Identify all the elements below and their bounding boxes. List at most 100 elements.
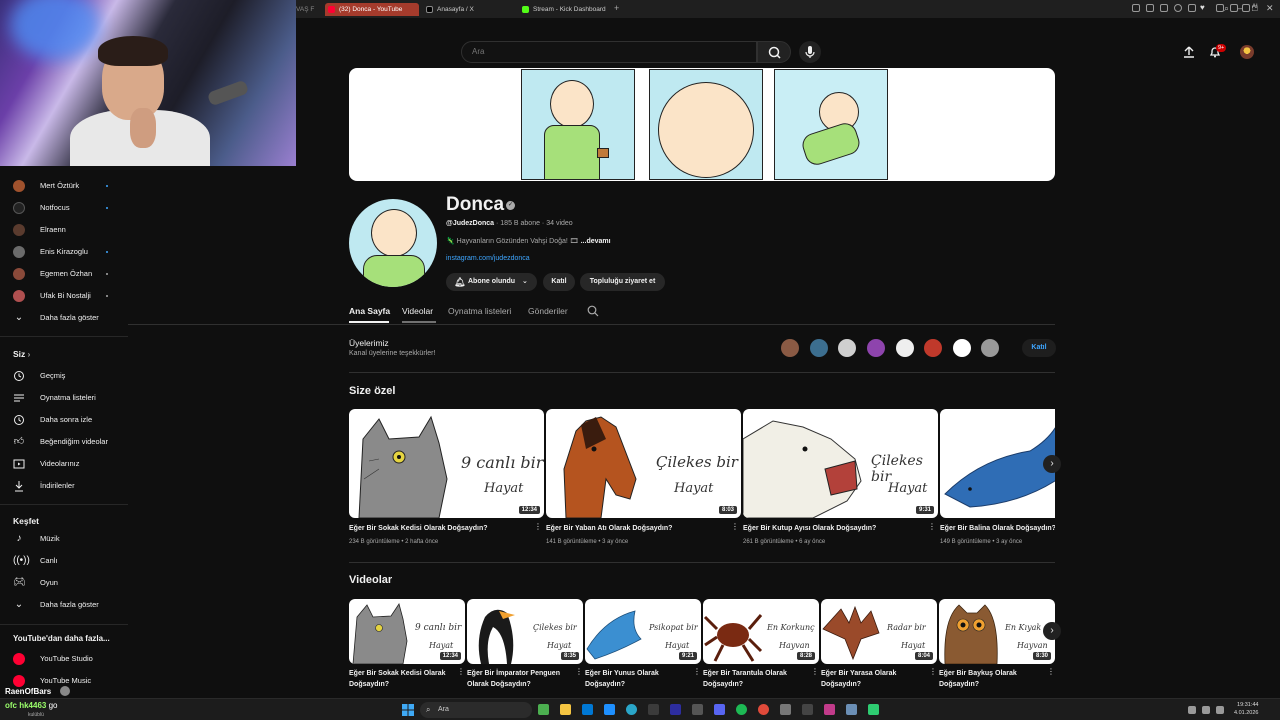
wifi-icon[interactable] bbox=[1202, 706, 1210, 714]
video-thumbnail[interactable]: Psikopat bir Hayat 9:21 bbox=[585, 599, 701, 664]
video-title[interactable]: Eğer Bir Sokak Kedisi Olarak Doğsaydın? bbox=[349, 668, 453, 690]
taskbar-app-icon[interactable] bbox=[846, 704, 857, 715]
taskbar-clock[interactable]: 19:31:44 4.01.2026 bbox=[1234, 701, 1258, 717]
video-thumbnail[interactable]: 9 canlı bir Hayat 12:34 bbox=[349, 409, 544, 518]
sidebar-explore-show-more[interactable]: ⌄ Daha fazla göster bbox=[0, 595, 128, 615]
video-title[interactable]: Eğer Bir Sokak Kedisi Olarak Doğsaydın? bbox=[349, 523, 529, 534]
video-thumbnail[interactable]: Çilekes bir Hayat 8:03 bbox=[546, 409, 741, 518]
channel-description[interactable]: 🦎 Hayvanların Gözünden Vahşi Doğa! 🎞 ...… bbox=[446, 237, 611, 245]
browser-tab-youtube[interactable]: (32) Donca - YouTube bbox=[325, 3, 419, 16]
carousel-next-button[interactable]: › bbox=[1043, 622, 1061, 640]
edge-icon[interactable] bbox=[626, 704, 637, 715]
tab-playlists[interactable]: Oynatma listeleri bbox=[448, 306, 511, 316]
channel-search-icon[interactable] bbox=[587, 305, 599, 317]
video-title[interactable]: Eğer Bir Yarasa Olarak Doğsaydın? bbox=[821, 668, 925, 690]
more-options-icon[interactable]: ⋮ bbox=[534, 522, 542, 531]
more-options-icon[interactable]: ⋮ bbox=[1047, 667, 1055, 676]
sidebar-item-live[interactable]: ((•)) Canlı bbox=[0, 551, 128, 571]
video-title[interactable]: Eğer Bir Balina Olarak Doğsaydın? bbox=[940, 523, 1055, 534]
member-avatar[interactable] bbox=[953, 339, 971, 357]
taskbar-app-icon[interactable] bbox=[670, 704, 681, 715]
browser-tab-1[interactable]: VAŞ F bbox=[296, 3, 322, 16]
sidebar-item-youtube-studio[interactable]: YouTube Studio bbox=[0, 649, 128, 669]
video-thumbnail[interactable]: Çilekes bir Hayat 9:31 bbox=[743, 409, 938, 518]
voice-search-button[interactable] bbox=[799, 41, 821, 63]
video-thumbnail[interactable] bbox=[940, 409, 1055, 518]
sidebar-item-subscription[interactable]: Notfocus bbox=[0, 198, 128, 218]
search-box[interactable] bbox=[461, 41, 757, 63]
visit-community-button[interactable]: Topluluğu ziyaret et bbox=[580, 273, 665, 291]
taskbar-app-icon[interactable] bbox=[824, 704, 835, 715]
search-tabs-icon[interactable]: ⌕ bbox=[1224, 3, 1229, 14]
sidebar-item-watch-later[interactable]: Daha sonra izle bbox=[0, 410, 128, 430]
extension-icon[interactable] bbox=[1230, 4, 1238, 12]
subscribed-button[interactable]: 🔔︎ Abone olundu ⌄ bbox=[446, 273, 537, 291]
tab-home[interactable]: Ana Sayfa bbox=[349, 306, 390, 316]
upload-icon[interactable] bbox=[1182, 45, 1196, 59]
video-title[interactable]: Eğer Bir Yunus Olarak Doğsaydın? bbox=[585, 668, 689, 690]
tab-posts[interactable]: Gönderiler bbox=[528, 306, 568, 316]
member-avatar[interactable] bbox=[896, 339, 914, 357]
member-avatar[interactable] bbox=[838, 339, 856, 357]
video-title[interactable]: Eğer Bir Kutup Ayısı Olarak Doğsaydın? bbox=[743, 523, 923, 534]
video-thumbnail[interactable]: En Kıyak Hayvan 8:30 bbox=[939, 599, 1055, 664]
extension-icon[interactable] bbox=[1160, 4, 1168, 12]
video-thumbnail[interactable]: Çilekes bir Hayat 8:35 bbox=[467, 599, 583, 664]
sidebar-item-playlists[interactable]: Oynatma listeleri bbox=[0, 388, 128, 408]
new-tab-plus-icon[interactable]: + bbox=[614, 3, 619, 13]
sidebar-item-subscription[interactable]: Elraenn bbox=[0, 220, 128, 240]
download-icon[interactable] bbox=[1216, 4, 1224, 12]
extension-icon[interactable] bbox=[1188, 4, 1196, 12]
video-card[interactable]: En Kıyak Hayvan 8:30 Eğer Bir Baykuş Ola… bbox=[939, 599, 1055, 694]
video-title[interactable]: Eğer Bir Tarantula Olarak Doğsaydın? bbox=[703, 668, 807, 690]
volume-icon[interactable] bbox=[1216, 706, 1224, 714]
sidebar-item-music[interactable]: ♪ Müzik bbox=[0, 529, 128, 549]
file-explorer-icon[interactable] bbox=[560, 704, 571, 715]
sidebar-item-subscription[interactable]: Enis Kirazoglu bbox=[0, 242, 128, 262]
taskbar-app-icon[interactable] bbox=[868, 704, 879, 715]
sidebar-item-subscription[interactable]: Mert Öztürk bbox=[0, 176, 128, 196]
heart-icon[interactable]: ♥ bbox=[1200, 4, 1208, 12]
taskbar-app-icon[interactable] bbox=[582, 704, 593, 715]
browser-tab-kick[interactable]: Stream - Kick Dashboard bbox=[519, 3, 611, 16]
ai-button[interactable]: AI bbox=[1252, 4, 1258, 10]
extension-icon[interactable] bbox=[1174, 4, 1182, 12]
browser-tab-x[interactable]: Anasayfa / X bbox=[423, 3, 515, 16]
sidebar-item-downloads[interactable]: İndirilenler bbox=[0, 476, 128, 496]
video-card[interactable]: Çilekes bir Hayat 8:35 Eğer Bir İmparato… bbox=[467, 599, 583, 694]
more-options-icon[interactable]: ⋮ bbox=[929, 667, 937, 676]
member-avatar[interactable] bbox=[924, 339, 942, 357]
sidebar-you-heading[interactable]: Siz › bbox=[13, 349, 30, 359]
video-card[interactable]: 9 canlı bir Hayat 12:34 Eğer Bir Sokak K… bbox=[349, 409, 544, 549]
video-card[interactable]: Çilekes bir Hayat 8:03 Eğer Bir Yaban At… bbox=[546, 409, 741, 549]
video-card[interactable]: Psikopat bir Hayat 9:21 Eğer Bir Yunus O… bbox=[585, 599, 701, 694]
member-avatar[interactable] bbox=[810, 339, 828, 357]
more-options-icon[interactable]: ⋮ bbox=[928, 522, 936, 531]
video-card[interactable]: Eğer Bir Balina Olarak Doğsaydın? 149 B … bbox=[940, 409, 1055, 549]
sidebar-item-subscription[interactable]: Egemen Özhan bbox=[0, 264, 128, 284]
member-avatar[interactable] bbox=[981, 339, 999, 357]
taskbar-app-icon[interactable] bbox=[802, 704, 813, 715]
video-card[interactable]: Radar bir Hayat 8:04 Eğer Bir Yarasa Ola… bbox=[821, 599, 937, 694]
channel-link[interactable]: instagram.com/judezdonca bbox=[446, 255, 530, 262]
join-button[interactable]: Katıl bbox=[543, 273, 575, 291]
taskbar-app-icon[interactable] bbox=[604, 704, 615, 715]
taskbar-app-icon[interactable] bbox=[692, 704, 703, 715]
video-thumbnail[interactable]: 9 canlı bir Hayat 12:34 bbox=[349, 599, 465, 664]
sidebar-show-more[interactable]: ⌄ Daha fazla göster bbox=[0, 308, 128, 328]
search-input[interactable] bbox=[472, 47, 742, 56]
members-join-button[interactable]: Katıl bbox=[1022, 339, 1056, 357]
search-button[interactable] bbox=[757, 41, 791, 63]
discord-icon[interactable] bbox=[714, 704, 725, 715]
chrome-icon[interactable] bbox=[758, 704, 769, 715]
extension-icon[interactable] bbox=[1242, 4, 1250, 12]
sidebar-item-history[interactable]: Geçmiş bbox=[0, 366, 128, 386]
channel-avatar[interactable] bbox=[349, 199, 437, 287]
video-title[interactable]: Eğer Bir İmparator Penguen Olarak Doğsay… bbox=[467, 668, 571, 690]
windows-start-icon[interactable] bbox=[402, 704, 414, 716]
sidebar-item-your-videos[interactable]: Videolarınız bbox=[0, 454, 128, 474]
video-card[interactable]: Çilekes bir Hayat 9:31 Eğer Bir Kutup Ay… bbox=[743, 409, 938, 549]
member-avatar[interactable] bbox=[781, 339, 799, 357]
sidebar-item-liked-videos[interactable]: 👍︎ Beğendiğim videolar bbox=[0, 432, 128, 452]
more-options-icon[interactable]: ⋮ bbox=[693, 667, 701, 676]
